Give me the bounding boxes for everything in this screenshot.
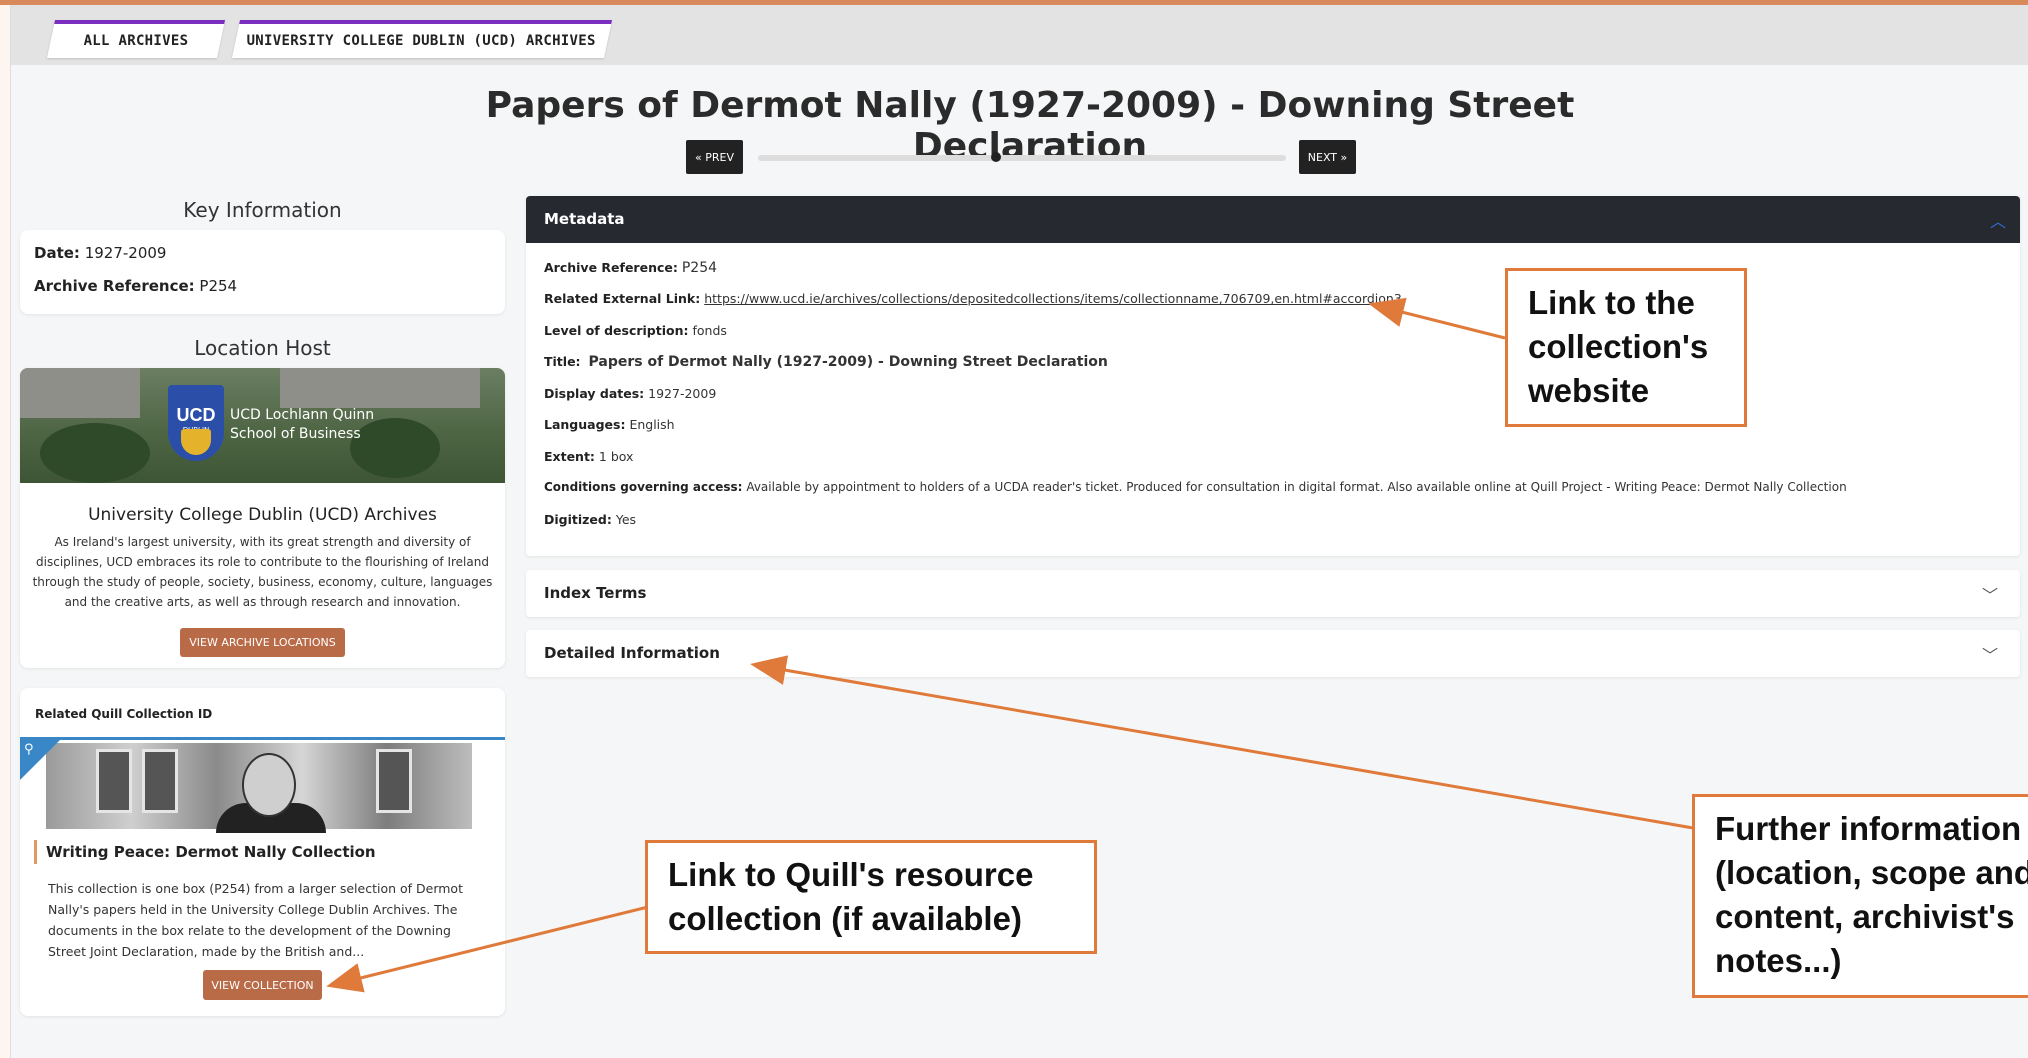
- meta-label: Level of description:: [544, 323, 689, 338]
- breadcrumb-all-archives[interactable]: ALL ARCHIVES: [46, 20, 226, 58]
- external-link[interactable]: https://www.ucd.ie/archives/collections/…: [704, 291, 1402, 306]
- banner-caption: UCD Lochlann Quinn School of Business: [230, 406, 374, 444]
- meta-row-title: Title: Papers of Dermot Nally (1927-2009…: [544, 354, 1108, 370]
- meta-value: Papers of Dermot Nally (1927-2009) - Dow…: [588, 354, 1108, 370]
- meta-value: English: [629, 417, 675, 432]
- meta-row-languages: Languages: English: [544, 417, 675, 432]
- location-host-heading: Location Host: [194, 336, 331, 360]
- meta-label: Archive Reference:: [544, 260, 678, 275]
- view-collection-button[interactable]: VIEW COLLECTION: [203, 970, 322, 1000]
- banner-caption-line: UCD Lochlann Quinn: [230, 407, 375, 423]
- meta-row-archive-ref: Archive Reference: P254: [544, 260, 717, 276]
- key-information-card: Date: 1927-2009 Archive Reference: P254: [20, 230, 505, 314]
- dermot-nally-photo: [46, 743, 472, 833]
- meta-label: Display dates:: [544, 386, 645, 401]
- meta-value: 1 box: [598, 449, 634, 464]
- meta-label: Languages:: [544, 417, 626, 432]
- meta-value: P254: [681, 260, 718, 276]
- figure-head: [242, 753, 296, 817]
- meta-value: Yes: [615, 512, 637, 527]
- window-shape: [376, 749, 412, 813]
- harp-icon: [181, 429, 211, 455]
- record-progress-marker[interactable]: [990, 152, 1001, 162]
- meta-row-external-link: Related External Link: https://www.ucd.i…: [544, 291, 1402, 306]
- chevron-up-icon[interactable]: ︿: [1990, 208, 2006, 232]
- meta-row-digitized: Digitized: Yes: [544, 512, 636, 527]
- callout-line: Further information: [1715, 810, 2022, 847]
- meta-label: Conditions governing access:: [544, 480, 743, 494]
- building-shape: [20, 368, 140, 418]
- callout-collection-website: Link to the collection's website: [1505, 268, 1747, 427]
- meta-label: Title:: [544, 354, 581, 369]
- quill-collection-title[interactable]: Writing Peace: Dermot Nally Collection: [34, 840, 376, 864]
- date-label: Date:: [34, 244, 80, 262]
- callout-line: Link to Quill's resource: [668, 856, 1034, 893]
- metadata-heading: Metadata: [544, 210, 625, 228]
- callout-quill-resource: Link to Quill's resource collection (if …: [645, 840, 1097, 954]
- record-progress-track[interactable]: [758, 152, 1286, 162]
- chevron-down-icon[interactable]: ﹀: [1982, 642, 1998, 666]
- archive-ref-row: Archive Reference: P254: [34, 277, 237, 295]
- meta-value: fonds: [692, 323, 727, 338]
- callout-line: notes...): [1715, 942, 1842, 979]
- meta-row-display-dates: Display dates: 1927-2009: [544, 386, 716, 401]
- host-name: University College Dublin (UCD) Archives: [88, 505, 437, 525]
- building-shape: [280, 368, 480, 408]
- accordion-title: Index Terms: [544, 584, 647, 602]
- quill-collection-label: Related Quill Collection ID: [35, 707, 213, 721]
- callout-line: content, archivist's: [1715, 898, 2015, 935]
- view-archive-locations-button[interactable]: VIEW ARCHIVE LOCATIONS: [180, 628, 345, 657]
- window-shape: [96, 749, 132, 813]
- callout-line: website: [1528, 372, 1650, 409]
- next-button[interactable]: NEXT »: [1299, 140, 1356, 174]
- metadata-header[interactable]: Metadata ︿: [526, 196, 2020, 243]
- window-shape: [142, 749, 178, 813]
- paperclip-icon: ⚲: [24, 742, 34, 757]
- breadcrumb-label: ALL ARCHIVES: [83, 33, 188, 49]
- archive-ref-label: Archive Reference:: [34, 277, 195, 295]
- meta-row-extent: Extent: 1 box: [544, 449, 633, 464]
- meta-value: Available by appointment to holders of a…: [746, 480, 1847, 494]
- metadata-panel: Metadata ︿ Archive Reference: P254 Relat…: [526, 196, 2020, 556]
- key-information-heading: Key Information: [183, 198, 342, 222]
- meta-row-level: Level of description: fonds: [544, 323, 727, 338]
- callout-line: Link to the: [1528, 284, 1695, 321]
- callout-line: collection (if available): [668, 900, 1022, 937]
- date-row: Date: 1927-2009: [34, 244, 166, 262]
- prev-button[interactable]: « PREV: [686, 140, 743, 174]
- ucd-logo: UCD DUBLIN: [168, 385, 224, 461]
- callout-further-information: Further information (location, scope and…: [1692, 794, 2028, 998]
- location-banner-image: UCD DUBLIN UCD Lochlann Quinn School of …: [20, 368, 505, 483]
- archive-ref-value: P254: [199, 277, 238, 295]
- callout-line: collection's: [1528, 328, 1709, 365]
- meta-row-conditions: Conditions governing access: Available b…: [544, 480, 1847, 494]
- quill-collection-description: This collection is one box (P254) from a…: [48, 881, 463, 959]
- index-terms-accordion[interactable]: Index Terms ﹀: [526, 570, 2020, 617]
- banner-caption-line: School of Business: [230, 426, 361, 442]
- meta-value: 1927-2009: [648, 386, 717, 401]
- breadcrumb-label: UNIVERSITY COLLEGE DUBLIN (UCD) ARCHIVES: [246, 33, 597, 49]
- tree-shape: [40, 423, 150, 483]
- quill-collection-image[interactable]: ⚲: [20, 737, 505, 833]
- chevron-down-icon[interactable]: ﹀: [1982, 582, 1998, 606]
- breadcrumb-ucd-archives[interactable]: UNIVERSITY COLLEGE DUBLIN (UCD) ARCHIVES: [231, 20, 613, 58]
- meta-label: Digitized:: [544, 512, 612, 527]
- detailed-information-accordion[interactable]: Detailed Information ﹀: [526, 630, 2020, 677]
- meta-label: Extent:: [544, 449, 595, 464]
- callout-line: (location, scope and: [1715, 854, 2028, 891]
- host-description: As Ireland's largest university, with it…: [32, 535, 493, 609]
- breadcrumb-bar: ALL ARCHIVES UNIVERSITY COLLEGE DUBLIN (…: [11, 5, 2028, 65]
- accordion-title: Detailed Information: [544, 644, 720, 662]
- date-value: 1927-2009: [84, 244, 167, 262]
- meta-label: Related External Link:: [544, 291, 701, 306]
- ucd-logo-text: UCD: [176, 405, 216, 425]
